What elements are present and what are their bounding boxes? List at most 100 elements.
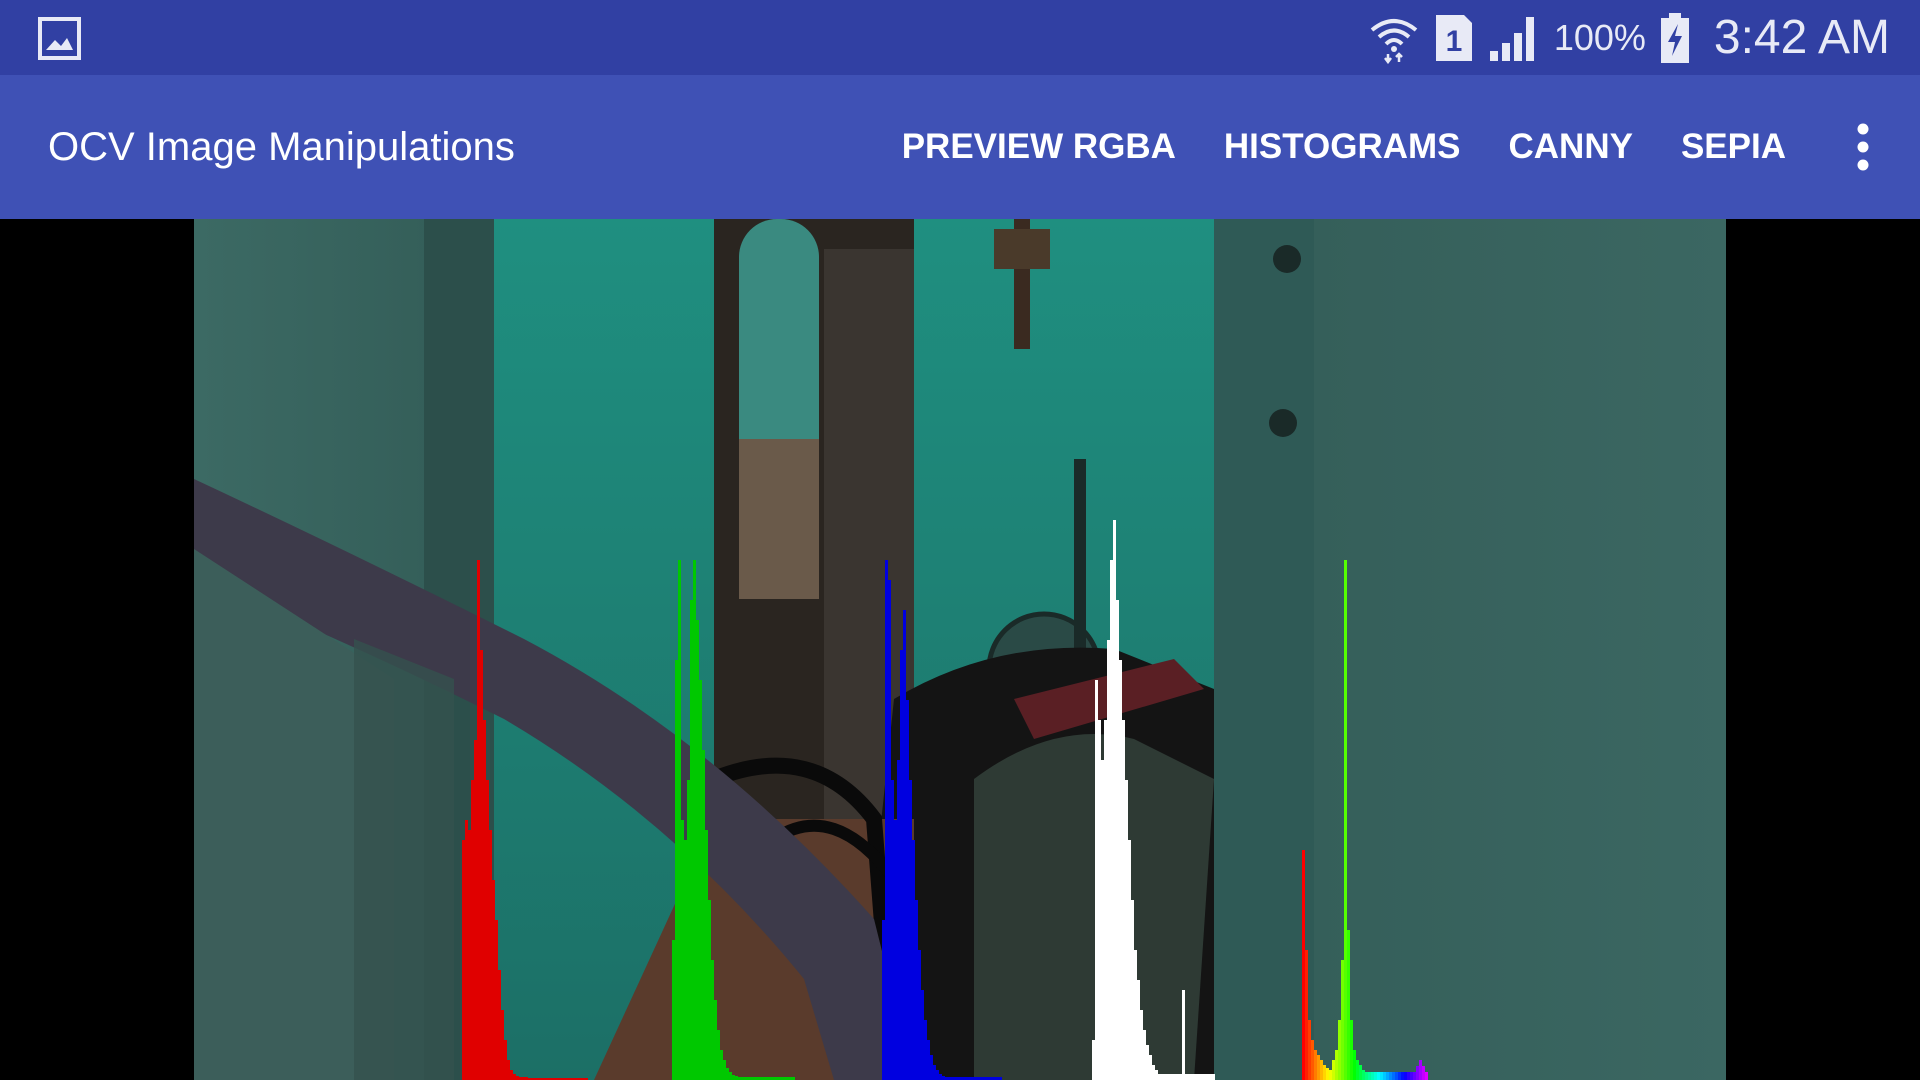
hue-histogram-bar	[1344, 560, 1347, 1080]
hue-histogram-bar	[1419, 1060, 1422, 1080]
luma-histogram-bar	[1152, 1065, 1155, 1080]
battery-percent: 100%	[1553, 16, 1646, 58]
status-bar: 1 100% 3:42 AM	[0, 0, 1920, 75]
hue-histogram-bar	[1317, 1055, 1320, 1080]
hue-histogram-bar	[1347, 930, 1350, 1080]
luma-histogram-bar	[1131, 900, 1134, 1080]
green-histogram-bar	[723, 1060, 726, 1080]
camera-preview[interactable]	[194, 219, 1726, 1080]
blue-histogram-bar	[930, 1055, 933, 1080]
red-histogram-bar	[516, 1076, 519, 1080]
hue-histogram-bar	[1425, 1072, 1428, 1080]
camera-preview-area	[0, 219, 1920, 1080]
luma-histogram-bar	[1209, 1074, 1212, 1080]
blue-histogram-bar	[924, 1020, 927, 1080]
luma-histogram-bar	[1161, 1074, 1164, 1080]
status-icons: 1 100% 3:42 AM	[1368, 0, 1890, 75]
hue-histogram-bar	[1380, 1072, 1383, 1080]
blue-histogram-bar	[894, 820, 897, 1080]
red-histogram-bar	[468, 830, 471, 1080]
red-histogram-bar	[507, 1060, 510, 1080]
green-histogram-bar	[696, 620, 699, 1080]
luma-histogram-bar	[1137, 980, 1140, 1080]
red-histogram-bar	[495, 920, 498, 1080]
red-histogram-bar	[480, 650, 483, 1080]
luma-histogram-bar	[1212, 1074, 1215, 1080]
luma-histogram-bar	[1203, 1074, 1206, 1080]
menu-item-histograms[interactable]: HISTOGRAMS	[1200, 127, 1485, 167]
hue-histogram-bar	[1416, 1066, 1419, 1080]
hue-histogram-bar	[1368, 1072, 1371, 1080]
sim-icon: 1	[1434, 13, 1474, 63]
green-histogram-bar	[714, 1000, 717, 1080]
luma-histogram-bar	[1143, 1030, 1146, 1080]
hue-histogram-bar	[1320, 1060, 1323, 1080]
luma-histogram-bar	[1095, 680, 1098, 1080]
blue-histogram-bar	[909, 780, 912, 1080]
red-histogram-bar	[498, 970, 501, 1080]
hue-histogram-bar	[1338, 1020, 1341, 1080]
red-histogram-bar	[492, 880, 495, 1080]
status-clock: 3:42 AM	[1713, 11, 1890, 64]
hue-histogram-bar	[1398, 1072, 1401, 1080]
luma-histogram-bar	[1155, 1070, 1158, 1080]
hue-histogram-bar	[1413, 1072, 1416, 1080]
hue-histogram-bar	[1404, 1072, 1407, 1080]
luma-histogram-bar	[1191, 1074, 1194, 1080]
green-histogram-bar	[672, 940, 675, 1080]
green-histogram-bar	[720, 1050, 723, 1080]
hue-histogram-bar	[1341, 960, 1344, 1080]
hue-histogram-bar	[1383, 1072, 1386, 1080]
blue-histogram-bar	[888, 580, 891, 1080]
hue-histogram-bar	[1374, 1072, 1377, 1080]
luma-histogram-bar	[1113, 520, 1116, 1080]
menu-item-preview-rgba[interactable]: PREVIEW RGBA	[878, 127, 1200, 167]
sim-label: 1	[1445, 25, 1462, 58]
hue-histogram-bar	[1356, 1060, 1359, 1080]
blue-histogram-bar	[921, 990, 924, 1080]
green-histogram-bar	[678, 560, 681, 1080]
menu-item-canny[interactable]: CANNY	[1485, 127, 1657, 167]
luma-histogram-bar	[1188, 1074, 1191, 1080]
green-histogram-bar	[735, 1076, 738, 1080]
blue-histogram-bar	[939, 1074, 942, 1080]
wifi-icon	[1368, 12, 1420, 64]
green-histogram-bar	[726, 1068, 729, 1080]
hue-histogram-bar	[1329, 1070, 1332, 1080]
hue-histogram-bar	[1326, 1068, 1329, 1080]
luma-histogram-bar	[1179, 1074, 1182, 1080]
menu-item-sepia[interactable]: SEPIA	[1657, 127, 1810, 167]
green-histogram-bar	[693, 560, 696, 1080]
hue-histogram-bar	[1410, 1072, 1413, 1080]
hue-histogram-bar	[1365, 1072, 1368, 1080]
luma-histogram-bar	[1104, 720, 1107, 1080]
hue-histogram-bar	[1371, 1072, 1374, 1080]
hue-histogram-bar	[1386, 1072, 1389, 1080]
hue-histogram-bar	[1311, 1040, 1314, 1080]
blue-histogram-bar	[933, 1065, 936, 1080]
luma-histogram-bar	[1170, 1074, 1173, 1080]
luma-histogram-bar	[1197, 1074, 1200, 1080]
luma-histogram-bar	[1128, 840, 1131, 1080]
luma-histogram-bar	[1185, 1074, 1188, 1080]
blue-histogram-bar	[882, 920, 885, 1080]
hue-histogram-bar	[1323, 1065, 1326, 1080]
red-histogram-bar	[501, 1010, 504, 1080]
red-histogram-bar	[471, 780, 474, 1080]
hue-histogram-bar	[1422, 1066, 1425, 1080]
blue-histogram-bar	[918, 950, 921, 1080]
hue-histogram-bar	[1359, 1065, 1362, 1080]
luma-histogram-bar	[1110, 560, 1113, 1080]
luma-histogram-bar	[1206, 1074, 1209, 1080]
blue-histogram-bar	[936, 1070, 939, 1080]
hue-histogram-bar	[1332, 1060, 1335, 1080]
hue-histogram-bar	[1362, 1070, 1365, 1080]
hue-histogram-bar	[1389, 1072, 1392, 1080]
gallery-icon	[38, 17, 81, 60]
hue-histogram-bar	[1302, 850, 1305, 1080]
red-histogram-bar	[465, 820, 468, 1080]
red-histogram-bar	[486, 780, 489, 1080]
more-vert-icon[interactable]	[1838, 122, 1888, 172]
battery-charging-icon	[1660, 12, 1690, 64]
luma-histogram-bar	[1125, 780, 1128, 1080]
